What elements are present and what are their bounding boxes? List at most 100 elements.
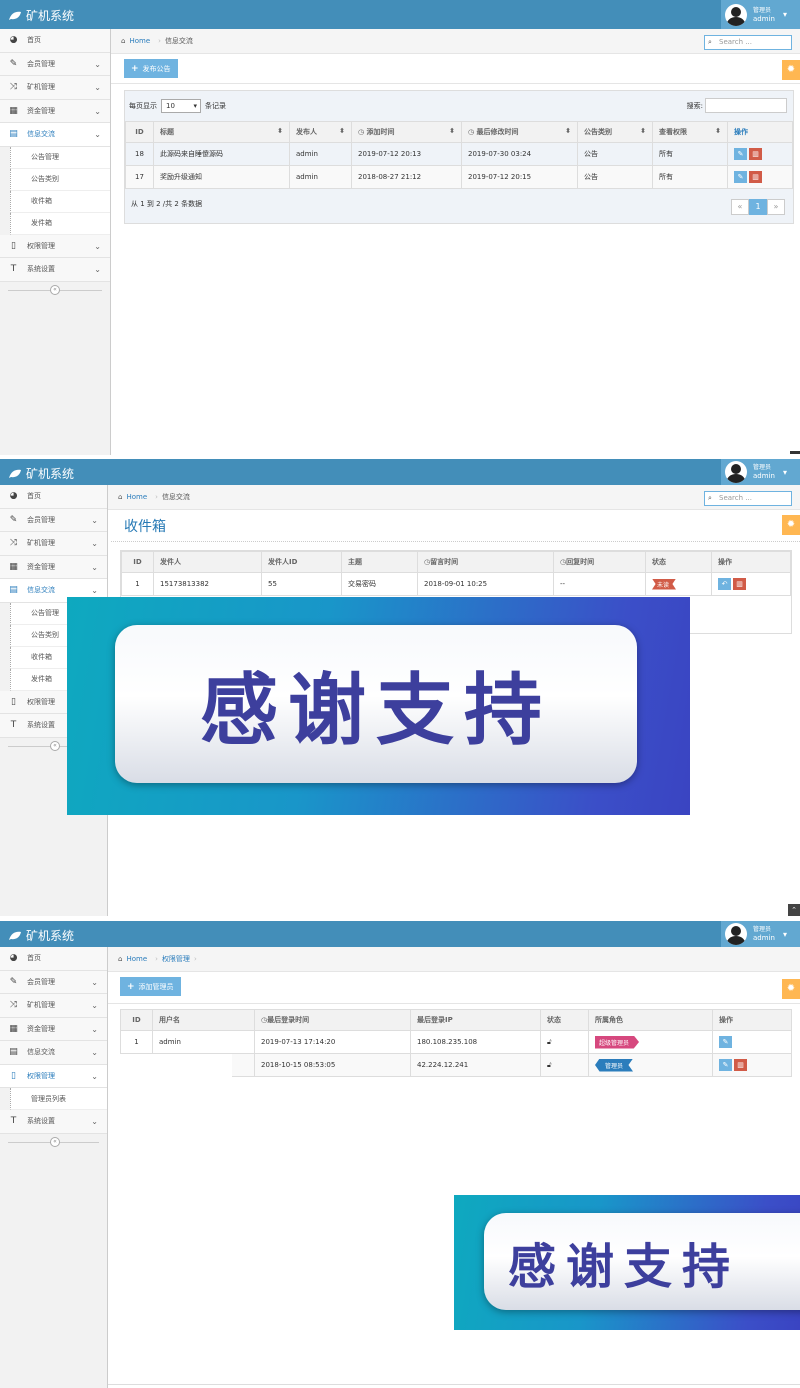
cell-last-ip: 180.108.235.108	[410, 1030, 541, 1054]
col-subject[interactable]: 主题	[341, 551, 418, 573]
sidebar-subitem-outbox[interactable]: 发件箱	[10, 212, 110, 235]
col-username[interactable]: 用户名	[152, 1009, 255, 1031]
sidebar-item-miners[interactable]: ⤨ 矿机管理 ⌄	[0, 994, 107, 1018]
brand[interactable]: 矿机系统	[8, 7, 74, 24]
col-sender[interactable]: 发件人	[153, 551, 262, 573]
col-id[interactable]: ID	[125, 121, 154, 143]
sidebar-item-funds[interactable]: ▦ 资金管理 ⌄	[0, 99, 110, 123]
plus-icon: +	[127, 981, 135, 992]
sidebar-item-label: 首页	[27, 36, 41, 45]
col-title[interactable]: 标题 ⬍	[153, 121, 290, 143]
cell-subject[interactable]: 交易密码	[341, 572, 418, 596]
cell-sender-id[interactable]: 55	[261, 572, 342, 596]
sidebar-item-members[interactable]: ✎ 会员管理 ⌄	[0, 508, 107, 532]
settings-toggle[interactable]: ✹	[782, 979, 800, 999]
cell-id: 17	[125, 165, 154, 189]
search-input[interactable]: ⌕ Search ...	[704, 491, 792, 506]
user-role-label: 管理员	[753, 464, 772, 471]
sidebar-collapse[interactable]: «	[0, 282, 110, 298]
chevron-down-icon: ⌄	[91, 1117, 98, 1126]
chevron-down-icon: ⌄	[91, 977, 98, 987]
col-status[interactable]: 状态	[645, 551, 712, 573]
col-status[interactable]: 状态	[540, 1009, 589, 1031]
edit-icon[interactable]: ✎	[734, 171, 747, 183]
col-message-time[interactable]: ◷留言时间	[417, 551, 554, 573]
role-badge: 超级管理员	[595, 1035, 640, 1049]
sidebar-collapse[interactable]: «	[0, 1134, 107, 1150]
trash-icon[interactable]: ▥	[733, 578, 746, 590]
settings-toggle[interactable]: ✹	[782, 515, 800, 535]
user-menu[interactable]: 管理员管理员admin ▾	[721, 0, 800, 29]
table-search-input[interactable]	[705, 98, 787, 113]
sidebar-item-settings[interactable]: T 系统设置 ⌄	[0, 258, 110, 282]
sidebar-item-permissions[interactable]: ▯ 权限管理 ⌄	[0, 1064, 107, 1088]
sidebar-item-funds[interactable]: ▦ 资金管理 ⌄	[0, 555, 107, 579]
breadcrumb-home[interactable]: Home	[126, 955, 147, 963]
trash-icon[interactable]: ▥	[734, 1059, 747, 1071]
edit-icon[interactable]: ✎	[719, 1059, 732, 1071]
col-sender-id[interactable]: 发件人ID	[261, 551, 342, 573]
table-wrapper: 每页显示 10 ▾ 条记录 搜索: ID 标题 ⬍ 发布人 ⬍ ◷ 添加时间 ⬍ ◷ 最…	[124, 90, 794, 224]
sidebar-item-info[interactable]: ▤ 信息交流 ⌄	[0, 123, 110, 147]
sidebar-subitem-inbox[interactable]: 收件箱	[10, 190, 110, 213]
add-admin-button[interactable]: + 添加管理员	[120, 977, 181, 996]
col-permission[interactable]: 查看权限 ⬍	[652, 121, 728, 143]
pager-page[interactable]: 1	[749, 199, 767, 215]
publish-announcement-button[interactable]: + 发布公告	[124, 59, 178, 78]
search-input[interactable]: ⌕ Search ...	[704, 35, 792, 50]
chevron-down-icon: ⌄	[91, 1048, 98, 1057]
chevron-down-icon: ⌄	[94, 106, 101, 116]
col-id[interactable]: ID	[120, 1009, 153, 1031]
sidebar-item-home[interactable]: ◕ 首页	[0, 485, 107, 509]
sidebar-item-members[interactable]: ✎ 会员管理 ⌄	[0, 52, 110, 76]
cell-sender[interactable]: 15173813382	[153, 572, 262, 596]
sidebar-item-permissions[interactable]: ▯ 权限管理 ⌄	[0, 234, 110, 258]
page-size-select[interactable]: 10 ▾	[161, 99, 201, 113]
col-role[interactable]: 所属角色	[588, 1009, 713, 1031]
col-added[interactable]: ◷ 添加时间 ⬍	[351, 121, 462, 143]
sidebar-subitem-announcements[interactable]: 公告管理	[10, 146, 110, 169]
sidebar-item-members[interactable]: ✎ 会员管理 ⌄	[0, 970, 107, 994]
sidebar-subitem-categories[interactable]: 公告类别	[10, 168, 110, 191]
col-reply-time[interactable]: ◷回复时间	[553, 551, 646, 573]
sidebar-item-info[interactable]: ▤ 信息交流 ⌄	[0, 1041, 107, 1065]
cell-username[interactable]: admin	[152, 1030, 255, 1054]
table-row: 1 15173813382 55 交易密码 2018-09-01 10:25 -…	[121, 572, 791, 596]
sidebar-subitem-admin-list[interactable]: 管理员列表	[10, 1088, 107, 1110]
breadcrumb-current[interactable]: 权限管理	[162, 954, 190, 964]
edit-icon[interactable]: ✎	[734, 148, 747, 160]
sidebar-item-funds[interactable]: ▦ 资金管理 ⌄	[0, 1017, 107, 1041]
col-modified[interactable]: ◷ 最后修改时间 ⬍	[461, 121, 578, 143]
edit-icon[interactable]: ✎	[719, 1036, 732, 1048]
shuffle-icon: ⤨	[9, 1000, 18, 1011]
sidebar-item-settings[interactable]: T 系统设置 ⌄	[0, 1110, 107, 1134]
trash-icon[interactable]: ▥	[749, 148, 762, 160]
brand[interactable]: 矿机系统	[8, 465, 74, 482]
brand[interactable]: 矿机系统	[8, 927, 74, 944]
col-publisher[interactable]: 发布人 ⬍	[289, 121, 352, 143]
user-name: admin	[753, 934, 775, 942]
search-icon: ⌕	[708, 494, 712, 502]
reply-icon[interactable]: ↶	[718, 578, 731, 590]
records-label: 条记录	[205, 102, 226, 110]
sidebar-item-label: 信息交流	[27, 586, 55, 595]
breadcrumb-home[interactable]: Home	[129, 37, 150, 45]
user-menu[interactable]: 管理员 admin ▾	[721, 921, 800, 947]
sidebar-item-miners[interactable]: ⤨ 矿机管理 ⌄	[0, 532, 107, 556]
sidebar-item-home[interactable]: ◕ 首页	[0, 947, 107, 971]
user-menu[interactable]: 管理员 admin ▾	[721, 459, 800, 485]
col-id[interactable]: ID	[121, 551, 154, 573]
sidebar-item-home[interactable]: ◕ 首页	[0, 29, 110, 53]
col-last-ip[interactable]: 最后登录IP	[410, 1009, 541, 1031]
scroll-top-button[interactable]: ⌃	[788, 904, 800, 916]
col-last-login[interactable]: ◷最后登录时间	[254, 1009, 411, 1031]
trash-icon[interactable]: ▥	[749, 171, 762, 183]
settings-toggle[interactable]: ✹	[782, 60, 800, 80]
sidebar-item-miners[interactable]: ⤨ 矿机管理 ⌄	[0, 76, 110, 100]
breadcrumb-home[interactable]: Home	[126, 493, 147, 501]
pager-prev[interactable]: «	[731, 199, 749, 215]
cell-last-ip: 42.224.12.241	[410, 1053, 541, 1077]
col-category[interactable]: 公告类别 ⬍	[577, 121, 653, 143]
double-angle-up-icon: ⌃	[791, 906, 797, 914]
pager-next[interactable]: »	[767, 199, 785, 215]
